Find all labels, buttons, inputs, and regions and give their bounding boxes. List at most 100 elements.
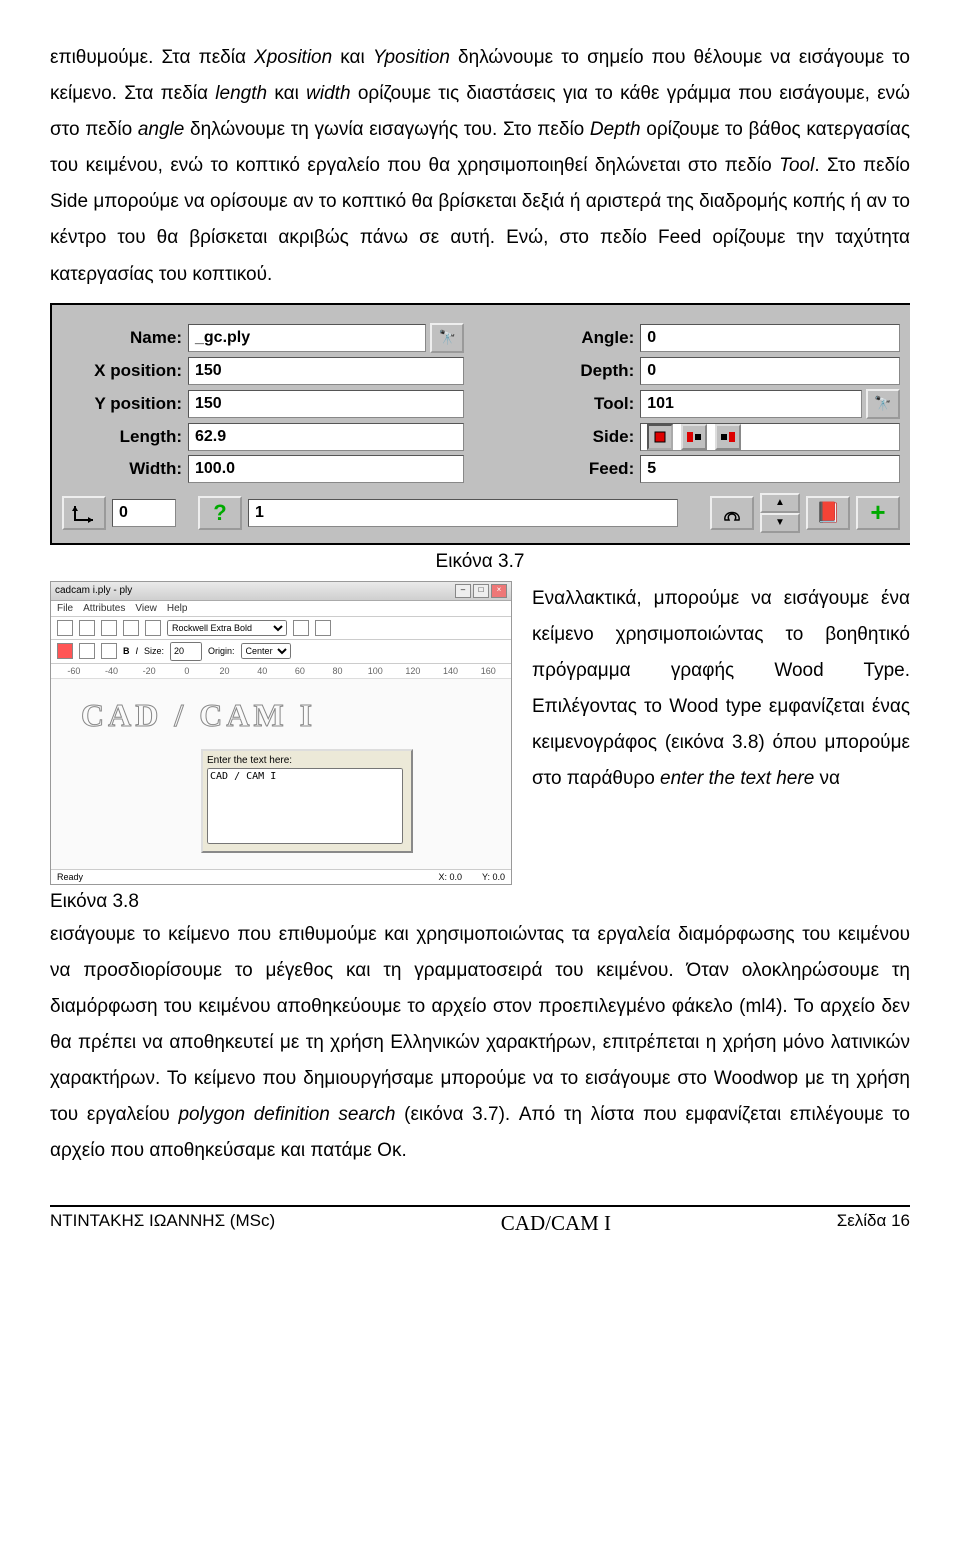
spin-down-button[interactable]: ▼	[760, 513, 800, 533]
paragraph-intro: επιθυμούμε. Στα πεδία Xposition και Ypos…	[50, 40, 910, 293]
enter-text-area[interactable]: CAD / CAM I	[207, 768, 403, 844]
term-width: width	[306, 83, 350, 104]
footer-right: Σελίδα 16	[837, 1211, 910, 1236]
spinner: ▲ ▼	[760, 493, 800, 533]
properties-dialog: Name: _gc.ply 🔭 Angle: 0 X position: 150…	[50, 303, 910, 545]
tool-search-button[interactable]: 🔭	[866, 389, 900, 419]
menu-file[interactable]: File	[57, 603, 73, 614]
xposition-label: X position:	[62, 361, 188, 381]
menu-attributes[interactable]: Attributes	[83, 603, 125, 614]
text: επιθυμούμε. Στα πεδία	[50, 47, 254, 68]
book-icon: 📕	[816, 500, 841, 525]
enter-text-dialog: Enter the text here: CAD / CAM I	[201, 749, 413, 853]
depth-label: Depth:	[464, 361, 640, 381]
name-search-button[interactable]: 🔭	[430, 323, 464, 353]
side-center-icon	[653, 430, 667, 444]
side-option-center[interactable]	[647, 424, 673, 450]
figure-caption-37: Εικόνα 3.7	[50, 551, 910, 573]
axis-icon	[71, 502, 97, 524]
term-depth: Depth	[590, 119, 641, 140]
length-field[interactable]: 62.9	[188, 423, 464, 451]
term-polygon-search: polygon definition search	[178, 1104, 395, 1125]
paragraph-side: Εναλλακτικά, μπορούμε να εισάγουμε ένα κ…	[532, 581, 910, 798]
side-option-left[interactable]	[681, 424, 707, 450]
text: Εναλλακτικά, μπορούμε να εισάγουμε ένα κ…	[532, 588, 910, 789]
feed-value: 5	[647, 460, 656, 478]
profile-button[interactable]	[710, 496, 754, 530]
yposition-value: 150	[195, 395, 222, 413]
print-icon[interactable]	[123, 620, 139, 636]
spin-up-button[interactable]: ▲	[760, 493, 800, 513]
add-button[interactable]: +	[856, 496, 900, 530]
yposition-field[interactable]: 150	[188, 390, 464, 418]
tool-icon-a[interactable]	[293, 620, 309, 636]
footer-left: ΝΤΙΝΤΑΚΗΣ ΙΩΑΝΝΗΣ (MSc)	[50, 1211, 275, 1236]
length-value: 62.9	[195, 428, 226, 446]
angle-label: Angle:	[464, 328, 640, 348]
font-select[interactable]: Rockwell Extra Bold	[167, 620, 287, 636]
tool-value: 101	[647, 395, 674, 413]
feed-field[interactable]: 5	[640, 455, 900, 483]
new-icon[interactable]	[57, 620, 73, 636]
binoculars-icon: 🔭	[439, 329, 456, 346]
woodtype-screenshot: cadcam i.ply - ply – □ × File Attributes…	[50, 581, 512, 885]
status-ready: Ready	[57, 872, 83, 882]
text: να	[814, 768, 840, 789]
align-icon-3[interactable]	[101, 643, 117, 659]
align-icon-2[interactable]	[79, 643, 95, 659]
side-label: Side:	[464, 427, 640, 447]
align-icon-1[interactable]	[57, 643, 73, 659]
help-icon[interactable]	[145, 620, 161, 636]
help-button[interactable]: ?	[198, 496, 242, 530]
tool-label: Tool:	[464, 394, 640, 414]
size-input[interactable]	[170, 642, 202, 661]
canvas: CAD / CAM I Enter the text here: CAD / C…	[51, 679, 511, 869]
side-field[interactable]	[640, 423, 900, 451]
italic-button[interactable]: I	[136, 646, 139, 656]
triangle-up-icon: ▲	[775, 497, 785, 508]
menu-view[interactable]: View	[135, 603, 157, 614]
angle-value: 0	[647, 329, 656, 347]
text: και	[267, 83, 306, 104]
width-value: 100.0	[195, 460, 235, 478]
paragraph-continue: εισάγουμε το κείμενο που επιθυμούμε και …	[50, 917, 910, 1170]
maximize-icon[interactable]: □	[473, 584, 489, 598]
close-icon[interactable]: ×	[491, 584, 507, 598]
bottom-right-field[interactable]: 1	[248, 499, 678, 527]
ruler: -60-40-20020406080100120140160	[51, 664, 511, 679]
axis-button[interactable]	[62, 496, 106, 530]
figure-caption-38: Εικόνα 3.8	[50, 891, 512, 913]
term-length: length	[215, 83, 267, 104]
footer-rule	[50, 1205, 910, 1207]
save-icon[interactable]	[101, 620, 117, 636]
status-x: X: 0.0	[438, 872, 462, 882]
minimize-icon[interactable]: –	[455, 584, 471, 598]
binoculars-icon: 🔭	[874, 395, 891, 412]
term-yposition: Yposition	[373, 47, 450, 68]
tool-field[interactable]: 101	[640, 390, 862, 418]
text: δηλώνουμε τη γωνία εισαγωγής του. Στο πε…	[184, 119, 590, 140]
page-footer: ΝΤΙΝΤΑΚΗΣ ΙΩΑΝΝΗΣ (MSc) CAD/CAM I Σελίδα…	[50, 1211, 910, 1236]
bottom-right-value: 1	[255, 504, 264, 522]
book-button[interactable]: 📕	[806, 496, 850, 530]
name-field[interactable]: _gc.ply	[188, 324, 426, 352]
angle-field[interactable]: 0	[640, 324, 900, 352]
depth-field[interactable]: 0	[640, 357, 900, 385]
origin-select[interactable]: Center	[241, 643, 291, 659]
length-label: Length:	[62, 427, 188, 447]
bottom-left-field[interactable]: 0	[112, 499, 176, 527]
enter-text-header: Enter the text here:	[207, 755, 407, 766]
canvas-text: CAD / CAM I	[81, 697, 316, 734]
width-field[interactable]: 100.0	[188, 455, 464, 483]
window-controls: – □ ×	[455, 584, 507, 598]
xposition-field[interactable]: 150	[188, 357, 464, 385]
omega-icon	[721, 502, 743, 524]
side-option-right[interactable]	[715, 424, 741, 450]
menu-help[interactable]: Help	[167, 603, 188, 614]
tool-icon-b[interactable]	[315, 620, 331, 636]
open-icon[interactable]	[79, 620, 95, 636]
side-left-icon	[687, 430, 701, 444]
bold-button[interactable]: B	[123, 646, 130, 656]
term-xposition: Xposition	[254, 47, 332, 68]
question-icon: ?	[213, 500, 226, 526]
